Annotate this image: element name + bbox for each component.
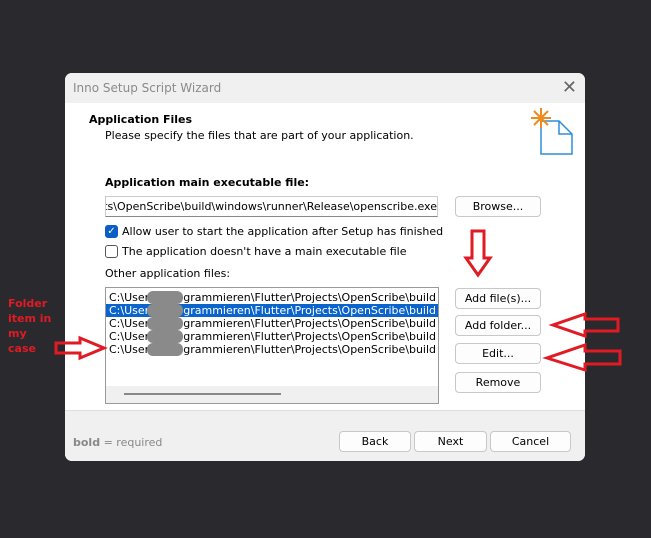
- other-files-label: Other application files:: [105, 267, 231, 280]
- close-icon[interactable]: ✕: [562, 77, 577, 98]
- window-title: Inno Setup Script Wizard: [73, 81, 222, 95]
- main-exe-label: Application main executable file:: [105, 176, 310, 189]
- horizontal-scrollbar[interactable]: [106, 386, 438, 403]
- add-files-button[interactable]: Add file(s)...: [455, 288, 541, 309]
- no-main-exe-checkbox[interactable]: [105, 245, 118, 258]
- no-main-exe-label: The application doesn't have a main exec…: [122, 245, 407, 258]
- cancel-button[interactable]: Cancel: [490, 431, 571, 452]
- page-title: Application Files: [89, 113, 193, 126]
- browse-button[interactable]: Browse...: [455, 196, 541, 217]
- add-folder-button[interactable]: Add folder...: [455, 315, 541, 336]
- list-item[interactable]: C:\Users\ \Programmieren\Flutter\Project…: [106, 317, 438, 330]
- list-item[interactable]: C:\Users\ \Programmieren\Flutter\Project…: [106, 304, 438, 317]
- wizard-dialog: Inno Setup Script Wizard ✕ Application F…: [65, 73, 585, 461]
- required-legend: bold = required: [73, 436, 163, 449]
- list-item[interactable]: C:\Users\ \Programmieren\Flutter\Project…: [106, 330, 438, 343]
- allow-start-checkbox[interactable]: ✓: [105, 225, 118, 238]
- list-item[interactable]: C:\Users\ \Programmieren\Flutter\Project…: [106, 343, 438, 356]
- title-bar: Inno Setup Script Wizard ✕: [65, 73, 585, 103]
- back-button[interactable]: Back: [339, 431, 411, 452]
- main-exe-value: ects\OpenScribe\build\windows\runner\Rel…: [105, 200, 437, 213]
- list-item[interactable]: C:\Users\ \Programmieren\Flutter\Project…: [106, 291, 438, 304]
- other-files-list[interactable]: C:\Users\ \Programmieren\Flutter\Project…: [105, 287, 439, 404]
- next-button[interactable]: Next: [414, 431, 487, 452]
- remove-button[interactable]: Remove: [455, 372, 541, 393]
- new-file-sparkle-icon: [531, 108, 573, 155]
- main-exe-input[interactable]: ects\OpenScribe\build\windows\runner\Rel…: [105, 196, 438, 217]
- annotation-text: Folder item in my case: [8, 297, 52, 355]
- page-subtitle: Please specify the files that are part o…: [105, 129, 414, 142]
- allow-start-label: Allow user to start the application afte…: [122, 225, 444, 238]
- scrollbar-thumb[interactable]: [124, 393, 281, 395]
- footer: bold = required Back Next Cancel: [65, 410, 585, 461]
- edit-button[interactable]: Edit...: [455, 343, 541, 364]
